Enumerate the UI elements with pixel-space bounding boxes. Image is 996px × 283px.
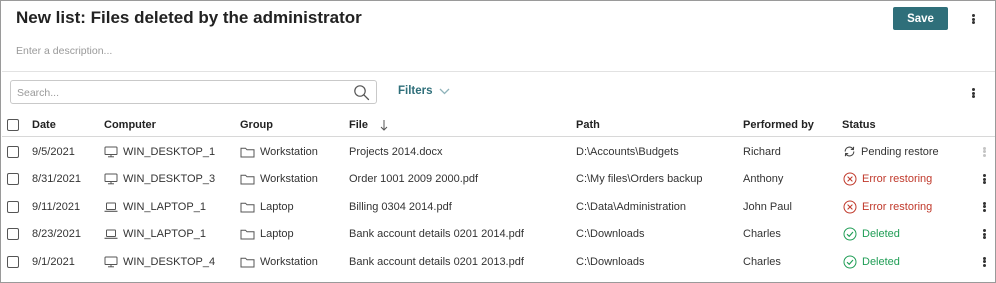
cell-performed-by: Anthony	[743, 173, 784, 185]
cell-computer: WIN_DESKTOP_1	[123, 145, 216, 158]
cell-date: 9/1/2021	[32, 255, 75, 268]
folder-icon	[240, 146, 255, 158]
desktop-icon	[104, 146, 118, 158]
status-badge: Deleted	[862, 228, 900, 240]
cell-file: Bank account details 0201 2014.pdf	[349, 228, 524, 240]
cell-path: C:\Downloads	[576, 255, 645, 268]
cell-computer: WIN_DESKTOP_3	[123, 173, 216, 185]
folder-icon	[240, 173, 255, 185]
filters-label: Filters	[398, 85, 433, 97]
desktop-icon	[104, 256, 118, 268]
column-header-date[interactable]: Date	[32, 113, 56, 136]
header-divider	[2, 71, 995, 72]
cell-computer: WIN_LAPTOP_1	[123, 200, 206, 213]
desktop-icon	[104, 173, 118, 185]
error-circle-icon	[843, 200, 857, 214]
column-header-performed-by[interactable]: Performed by	[743, 113, 814, 136]
status-badge: Pending restore	[861, 145, 939, 158]
search-box[interactable]	[10, 80, 377, 104]
cell-group: Workstation	[260, 255, 318, 268]
row-checkbox[interactable]	[7, 255, 19, 268]
folder-icon	[240, 256, 255, 268]
column-header-path[interactable]: Path	[576, 113, 600, 136]
column-header-status[interactable]: Status	[842, 113, 876, 136]
table-header: Date Computer Group File Path Performed …	[2, 113, 995, 137]
column-header-file-label: File	[349, 118, 368, 131]
cell-computer: WIN_DESKTOP_4	[123, 255, 216, 268]
cell-date: 8/23/2021	[32, 228, 81, 240]
row-checkbox[interactable]	[7, 173, 19, 185]
search-icon[interactable]	[353, 84, 370, 101]
search-input[interactable]	[17, 85, 337, 100]
row-more-options-icon[interactable]	[978, 227, 990, 241]
status-badge: Error restoring	[862, 173, 933, 185]
row-checkbox[interactable]	[7, 200, 19, 213]
toolbar-more-options-icon[interactable]	[967, 86, 979, 100]
sort-descending-icon[interactable]	[380, 119, 388, 131]
cell-performed-by: Charles	[743, 228, 781, 240]
column-header-group[interactable]: Group	[240, 113, 273, 136]
cell-date: 8/31/2021	[32, 173, 81, 185]
cell-path: D:\Accounts\Budgets	[576, 145, 679, 158]
cell-group: Laptop	[260, 200, 294, 213]
sync-icon	[843, 145, 856, 158]
save-button[interactable]: Save	[893, 7, 948, 30]
cell-performed-by: John Paul	[743, 200, 792, 213]
table-row[interactable]: 8/23/2021 WIN_LAPTOP_1 Laptop Bank account …	[2, 221, 995, 248]
page-title: New list: Files deleted by the administr…	[16, 8, 362, 27]
table-row[interactable]: 9/1/2021 WIN_DESKTOP_4 Workstation Bank acc…	[2, 248, 995, 275]
cell-computer: WIN_LAPTOP_1	[123, 228, 206, 240]
cell-path: C:\Data\Administration	[576, 200, 687, 213]
cell-date: 9/11/2021	[32, 200, 81, 213]
cell-path: C:\My files\Orders backup	[576, 173, 703, 185]
column-header-file[interactable]: File	[349, 113, 388, 136]
check-circle-icon	[843, 227, 857, 241]
folder-icon	[240, 228, 255, 240]
row-more-options-icon[interactable]	[978, 255, 990, 269]
list-panel: New list: Files deleted by the administr…	[0, 0, 996, 283]
cell-group: Workstation	[260, 145, 318, 158]
table-row[interactable]: 9/5/2021 WIN_DESKTOP_1 Workstation Projects…	[2, 138, 995, 165]
cell-path: C:\Downloads	[576, 228, 645, 240]
cell-file: Order 1001 2009 2000.pdf	[349, 173, 479, 185]
row-checkbox[interactable]	[7, 228, 19, 240]
cell-group: Workstation	[260, 173, 318, 185]
laptop-icon	[104, 201, 118, 213]
cell-performed-by: Richard	[743, 145, 781, 158]
table-row[interactable]: 9/11/2021 WIN_LAPTOP_1 Laptop Billing 0304 …	[2, 193, 995, 220]
cell-performed-by: Charles	[743, 255, 781, 268]
row-checkbox[interactable]	[7, 145, 19, 158]
filters-button[interactable]: Filters	[398, 85, 450, 97]
cell-group: Laptop	[260, 228, 294, 240]
laptop-icon	[104, 228, 118, 240]
column-header-computer[interactable]: Computer	[104, 113, 156, 136]
error-circle-icon	[843, 172, 857, 186]
row-more-options-icon[interactable]	[978, 200, 990, 214]
table-row[interactable]: 8/31/2021 WIN_DESKTOP_3 Workstation Order 1…	[2, 166, 995, 193]
select-all-checkbox[interactable]	[7, 118, 19, 131]
chevron-down-icon	[439, 88, 449, 94]
cell-date: 9/5/2021	[32, 145, 75, 158]
row-more-options-icon[interactable]	[978, 145, 990, 159]
header-more-options-icon[interactable]	[967, 12, 979, 26]
cell-file: Projects 2014.docx	[349, 145, 443, 158]
status-badge: Deleted	[862, 255, 900, 268]
cell-file: Bank account details 0201 2013.pdf	[349, 255, 524, 268]
check-circle-icon	[843, 255, 857, 269]
description-input[interactable]	[16, 43, 416, 59]
folder-icon	[240, 201, 255, 213]
status-badge: Error restoring	[862, 200, 933, 213]
cell-file: Billing 0304 2014.pdf	[349, 200, 452, 213]
row-more-options-icon[interactable]	[978, 172, 990, 186]
